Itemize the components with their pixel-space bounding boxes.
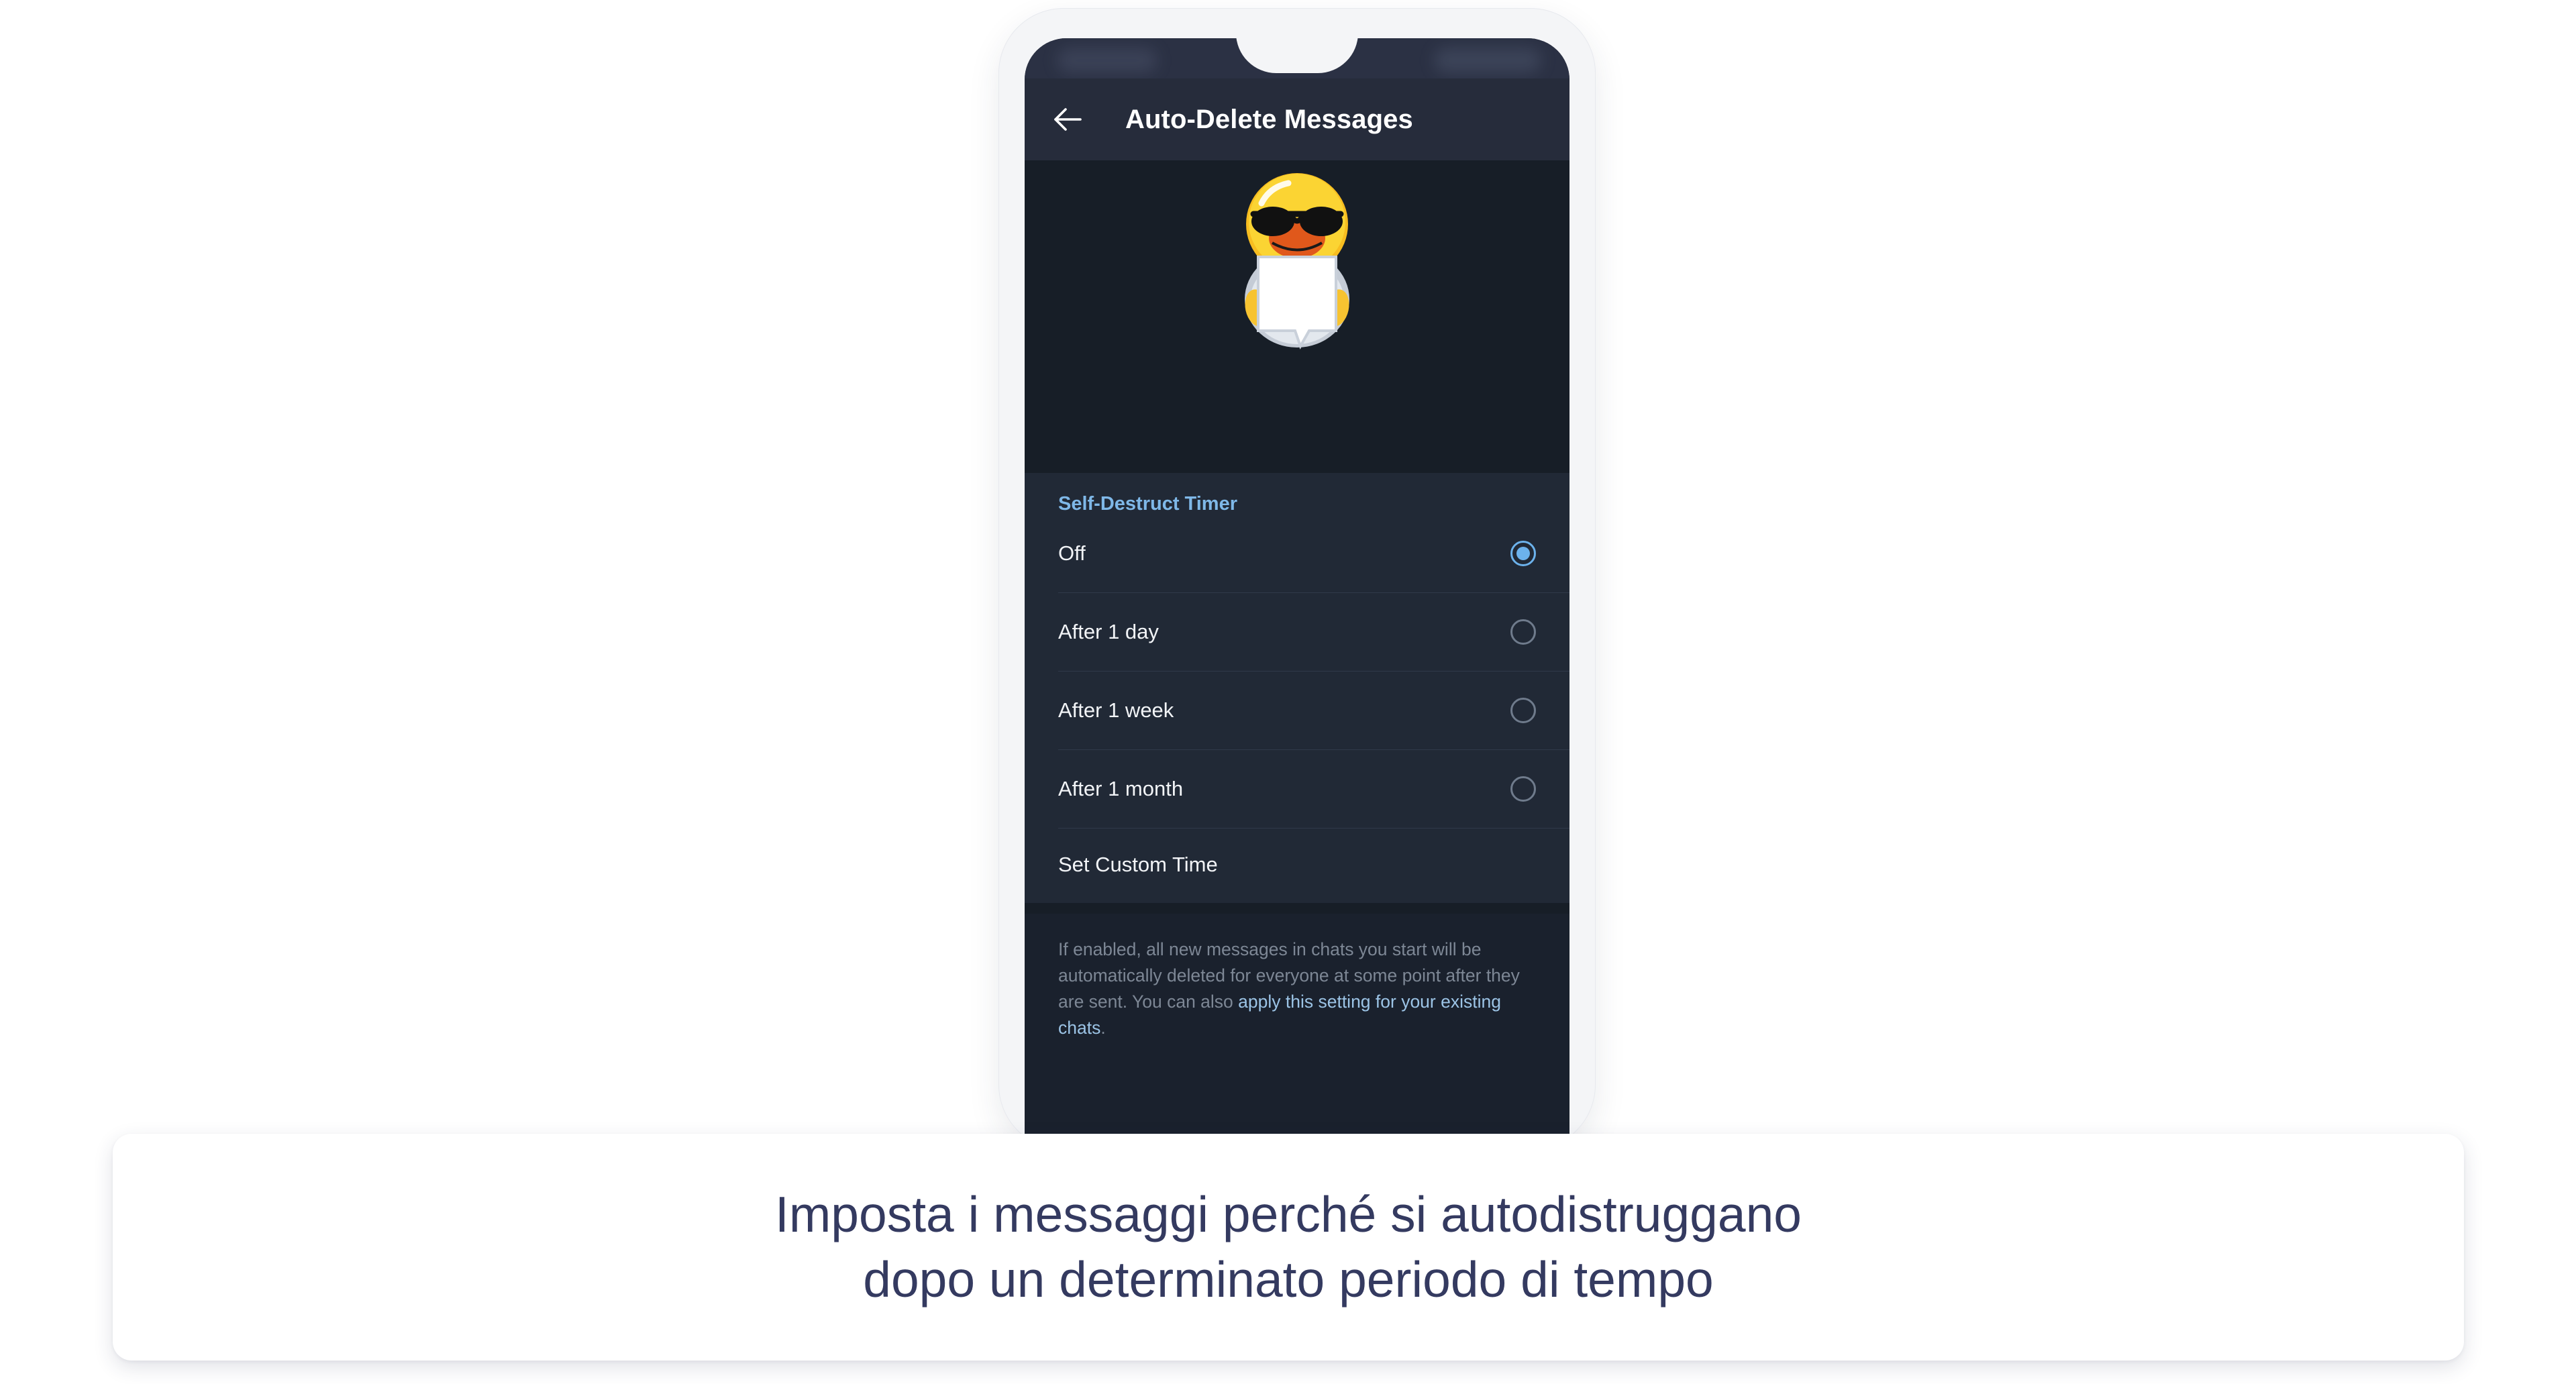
phone-device-mockup: Auto-Delete Messages Self-Destruct Timer…	[999, 9, 1595, 1149]
option-row-after-1-month[interactable]: After 1 month	[1025, 749, 1569, 828]
section-title: Self-Destruct Timer	[1058, 493, 1237, 515]
status-right-icons	[1434, 48, 1541, 73]
set-custom-time-label: Set Custom Time	[1058, 853, 1218, 876]
arrow-left-icon	[1052, 106, 1083, 133]
caption-line-1: Imposta i messaggi perché si autodistrug…	[774, 1186, 1802, 1242]
duck-with-sunglasses-holding-blank-sign-icon	[1220, 155, 1374, 356]
radio-button-after-1-month[interactable]	[1510, 776, 1536, 802]
option-row-after-1-week[interactable]: After 1 week	[1025, 671, 1569, 749]
page-title: Auto-Delete Messages	[1125, 104, 1413, 134]
status-left-icons	[1057, 48, 1157, 73]
radio-button-after-1-week[interactable]	[1510, 697, 1536, 723]
set-custom-time-row[interactable]: Set Custom Time	[1025, 828, 1569, 902]
option-row-after-1-day[interactable]: After 1 day	[1025, 592, 1569, 671]
footer-note-area: If enabled, all new messages in chats yo…	[1025, 914, 1569, 1149]
footer-text-after-link: .	[1100, 1018, 1106, 1038]
option-row-off[interactable]: Off	[1025, 514, 1569, 592]
phone-screen: Auto-Delete Messages Self-Destruct Timer…	[1025, 38, 1569, 1149]
radio-button-off[interactable]	[1510, 540, 1536, 566]
hero-avatar-area	[1025, 160, 1569, 350]
radio-button-after-1-day[interactable]	[1510, 619, 1536, 645]
app-header-bar: Auto-Delete Messages	[1025, 78, 1569, 160]
back-button[interactable]	[1037, 89, 1098, 150]
footer-description: If enabled, all new messages in chats yo…	[1058, 937, 1528, 1041]
option-label: After 1 week	[1058, 698, 1174, 722]
option-label: Off	[1058, 541, 1086, 565]
option-label: After 1 day	[1058, 619, 1159, 643]
self-destruct-timer-section: Self-Destruct Timer Off After 1 day Afte…	[1025, 473, 1569, 903]
caption-card: Imposta i messaggi perché si autodistrug…	[113, 1134, 2464, 1361]
option-label: After 1 month	[1058, 776, 1184, 800]
caption-line-2: dopo un determinato periodo di tempo	[863, 1251, 1714, 1308]
